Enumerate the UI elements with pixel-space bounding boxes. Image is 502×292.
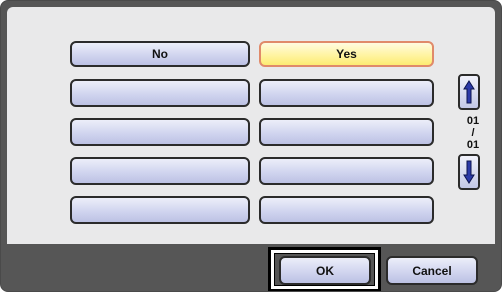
option-empty-button[interactable] [259,118,434,146]
total-pages: 01 [466,139,480,151]
cancel-button[interactable]: Cancel [386,256,478,285]
arrow-up-icon [463,80,475,104]
option-empty-button[interactable] [259,196,434,224]
option-yes-button[interactable]: Yes [259,41,434,67]
option-empty-button[interactable] [259,79,434,107]
dialog-frame: No Yes 01 / 01 OK Cancel [0,0,502,292]
page-separator: / [471,127,475,139]
page-down-button[interactable] [458,154,480,190]
arrow-down-icon [463,160,475,184]
option-empty-button[interactable] [70,157,250,185]
ok-button[interactable]: OK [279,256,371,285]
option-empty-button[interactable] [259,157,434,185]
page-up-button[interactable] [458,74,480,110]
option-empty-button[interactable] [70,118,250,146]
page-indicator: 01 / 01 [460,115,486,157]
current-page: 01 [466,115,480,127]
option-empty-button[interactable] [70,79,250,107]
option-no-button[interactable]: No [70,41,250,67]
options-panel: No Yes 01 / 01 [7,7,495,244]
option-empty-button[interactable] [70,196,250,224]
